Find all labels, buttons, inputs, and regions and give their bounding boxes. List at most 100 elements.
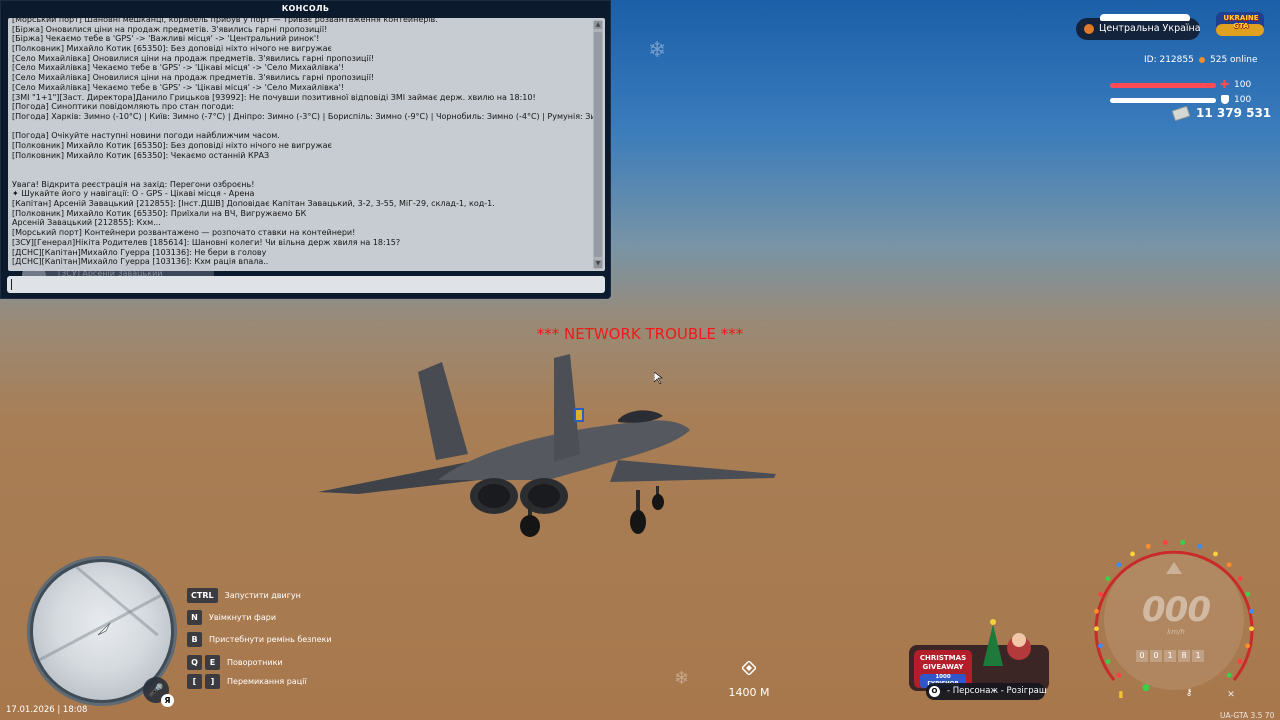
console-line: [Село Михайлівка] Оновилися ціни на прод…: [12, 53, 375, 63]
health-cross-icon: ✚: [1220, 78, 1230, 91]
online-icon: [1199, 57, 1205, 63]
console-line: [Полковник] Михайло Котик [65350]: Без д…: [12, 140, 332, 150]
health-bar: [1110, 83, 1216, 88]
christmas-light: [1237, 659, 1243, 664]
christmas-light: [1245, 643, 1251, 649]
console-line: [Біржа] Оновилися ціни на продаж предмет…: [12, 24, 328, 34]
christmas-light: [1116, 562, 1122, 568]
player-position-icon: [97, 622, 111, 636]
key-cap: CTRL: [187, 588, 218, 603]
waypoint-distance: 1400 М: [728, 686, 770, 699]
console-line: [ЗСУ][Генерал]Нікіта Родителев [185614]:…: [12, 237, 401, 247]
christmas-light: [1097, 643, 1103, 649]
waypoint-icon: [742, 661, 756, 675]
christmas-tree-icon: [983, 619, 1031, 666]
console-line: [Село Михайлівка] Оновилися ціни на прод…: [12, 73, 375, 83]
giveaway-key: O: [929, 686, 940, 697]
christmas-light: [1226, 672, 1232, 678]
key-cap: ]: [205, 674, 220, 689]
console-line: [Полковник] Михайло Котик [65350]: Без д…: [12, 44, 332, 54]
odometer-digit: 0: [1136, 650, 1148, 662]
console-line: ✦ Шукайте його у навігації: O - GPS - Ці…: [12, 189, 255, 199]
console-line: [Морський порт] Шановні мешканці, корабе…: [12, 18, 438, 24]
hint-label: Запустити двигун: [224, 591, 301, 600]
christmas-light: [1094, 626, 1099, 632]
key-cap: [: [187, 674, 202, 689]
key-cap: Q: [187, 655, 202, 670]
console-line: [Біржа] Чекаємо тебе в 'GPS' -> 'Важливі…: [12, 34, 320, 44]
key-icon: ⚷: [1185, 688, 1193, 698]
scroll-down-icon[interactable]: ▼: [594, 260, 602, 268]
console-line: [Погода] Синоптики повідомляють про стан…: [12, 102, 235, 112]
health-fill: [1110, 83, 1216, 88]
hint-start-engine: CTRL Запустити двигун: [187, 588, 301, 603]
region-label: Центральна Україна: [1076, 18, 1201, 40]
scroll-up-icon[interactable]: ▲: [594, 21, 602, 29]
hint-headlights: N Увімкнути фари: [187, 610, 276, 625]
snow-decoration: [1100, 14, 1190, 21]
engine-icon: ●: [1142, 683, 1150, 693]
odometer-digit: 0: [1150, 650, 1162, 662]
console-line: [Полковник] Михайло Котик [65350]: Чекає…: [12, 150, 270, 160]
key-cap: N: [187, 610, 202, 625]
hint-turn-signals: Q E Поворотники: [187, 655, 283, 670]
version-label: UA-GTA 3.5 70: [1220, 711, 1275, 720]
snowflake-icon: ❄: [648, 38, 667, 63]
console-log[interactable]: [Морський порт] Шановні мешканці, корабе…: [8, 18, 605, 271]
armor-value: 100: [1234, 95, 1252, 105]
christmas-light: [1249, 626, 1254, 632]
date-time: 17.01.2026 | 18:08: [6, 705, 88, 715]
scroll-thumb[interactable]: [594, 32, 602, 257]
hint-label: Увімкнути фари: [209, 613, 277, 622]
online-count: 525 online: [1210, 55, 1258, 65]
christmas-light: [1116, 672, 1122, 678]
christmas-light: [1105, 659, 1111, 664]
hint-label: Перемикання рації: [227, 677, 307, 686]
christmas-light: [1197, 543, 1203, 549]
console-line: Увага! Відкрита реєстрація на захід: Пер…: [12, 179, 255, 189]
console-line: [ЗМІ "1+1"][Заст. Директора]Данило Гриць…: [12, 92, 536, 102]
speed-value: 000: [1142, 590, 1211, 630]
hint-label: Пристебнути ремінь безпеки: [209, 635, 332, 644]
christmas-light: [1097, 591, 1103, 597]
console-line: [ДСНС][Капітан]Михайло Гуерра [103136]: …: [12, 247, 267, 257]
armor-fill: [1110, 98, 1216, 103]
hint-radio-switch: [] Перемикання рації: [187, 674, 307, 689]
hint-label: Поворотники: [227, 658, 283, 667]
seatbelt-icon: ✕: [1227, 690, 1235, 700]
giveaway-hint[interactable]: - Персонаж - Розіграш: [926, 683, 1047, 700]
speed-unit: km/h: [1167, 628, 1185, 636]
odometer-digit: 1: [1164, 650, 1176, 662]
language-badge: Я: [161, 694, 174, 707]
key-cap: E: [205, 655, 220, 670]
console-line: [Погода] Харків: Зимно (-10°C) | Київ: З…: [12, 111, 594, 121]
mouse-cursor-icon: [654, 372, 663, 384]
christmas-light: [1094, 608, 1099, 614]
console-line: Арсеній Завацький [212855]: Кхм...: [12, 218, 161, 228]
snowflake-icon: ❄: [674, 668, 690, 689]
console-scrollbar[interactable]: ▲ ▼: [593, 20, 603, 269]
console-lines: [Морський порт] Шановні мешканці, корабе…: [12, 18, 594, 267]
location-pin-icon: [1084, 24, 1094, 34]
giveaway-title: CHRISTMAS GIVEAWAY: [919, 654, 967, 671]
odometer-digit: 8: [1178, 650, 1190, 662]
console-line: [Село Михайлівка] Чекаємо тебе в 'GPS' -…: [12, 63, 345, 73]
christmas-light: [1237, 576, 1243, 581]
odometer-digit: 1: [1192, 650, 1204, 662]
console-input[interactable]: [7, 276, 605, 293]
console-title: КОНСОЛЬ: [281, 4, 330, 13]
christmas-light: [1130, 551, 1135, 557]
christmas-light: [1162, 540, 1168, 545]
christmas-light: [1245, 591, 1251, 597]
console-line: [Морський порт] Контейнери розвантажено …: [12, 228, 356, 238]
console-line: [Село Михайлівка] Чекаємо тебе в 'GPS' -…: [12, 82, 345, 92]
odometer: 00181: [1136, 650, 1206, 662]
christmas-light: [1213, 551, 1218, 557]
christmas-light: [1180, 540, 1186, 545]
armor-shield-icon: [1221, 95, 1229, 104]
health-value: 100: [1234, 80, 1252, 90]
console-line: [Полковник] Михайло Котик [65350]: Приїх…: [12, 208, 307, 218]
